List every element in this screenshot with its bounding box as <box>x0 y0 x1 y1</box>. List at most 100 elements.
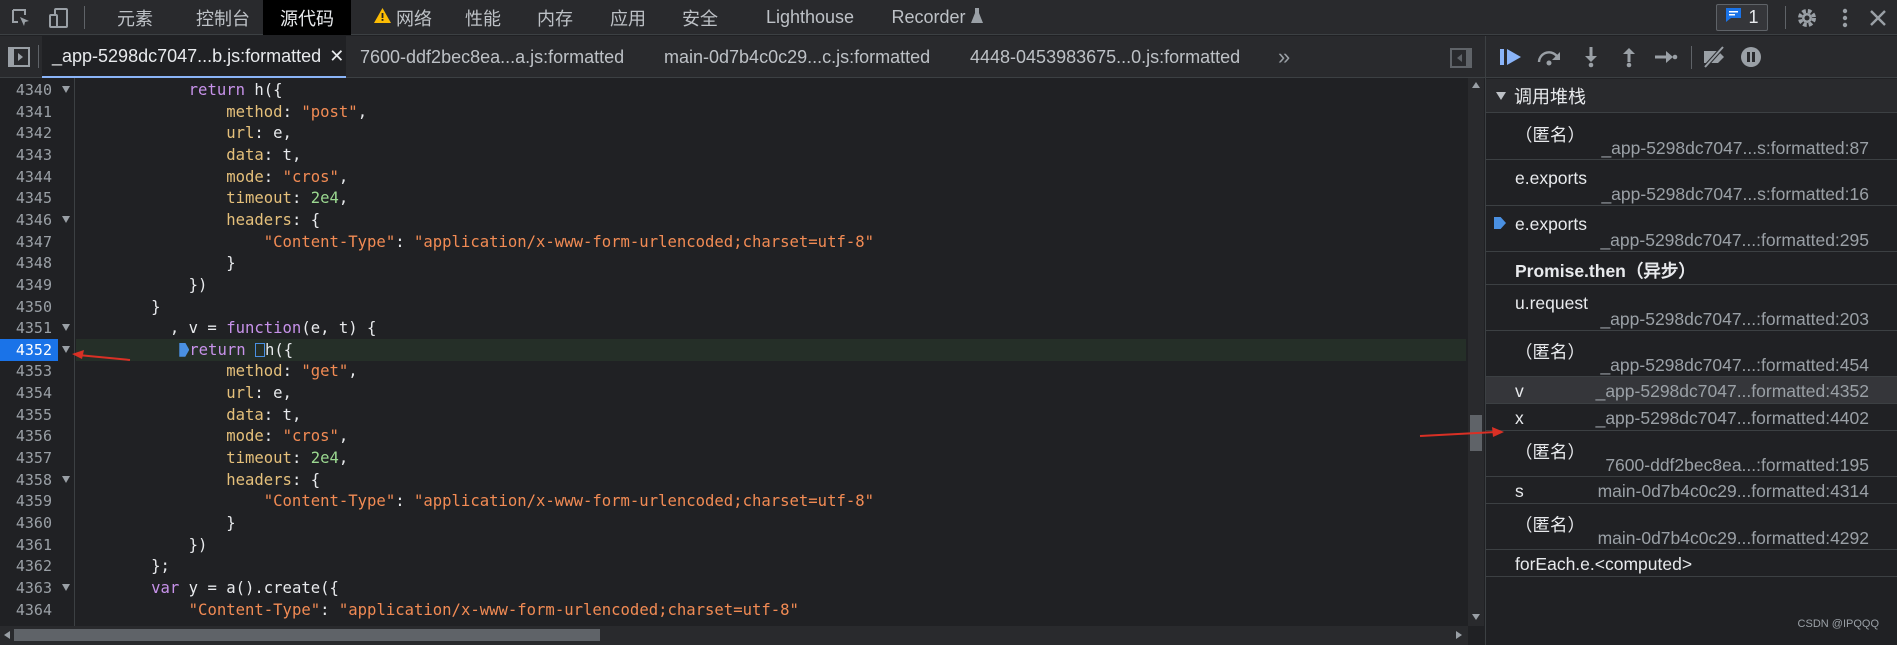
line-number[interactable]: 4351 <box>0 317 52 339</box>
call-frame[interactable]: （匿名） main-0d7b4c0c29...formatted:4292 <box>1486 504 1897 550</box>
device-toolbar-icon[interactable] <box>46 6 72 30</box>
tab-sources[interactable]: 源代码 <box>263 0 351 35</box>
line-number[interactable]: 4354 <box>0 382 52 404</box>
call-frame[interactable]: （匿名） _app-5298dc7047...:formatted:454 <box>1486 331 1897 377</box>
tab-performance[interactable]: 性能 <box>455 0 511 35</box>
line-number[interactable]: 4357 <box>0 447 52 469</box>
horizontal-scrollbar-thumb[interactable] <box>14 629 600 641</box>
line-gutter[interactable]: 4340 4341 4342 4343 4344 4345 4346 4347 4348 4349… <box>0 78 75 626</box>
tab-recorder[interactable]: Recorder <box>882 0 992 35</box>
pause-on-exceptions-icon[interactable] <box>1738 46 1764 68</box>
line-number[interactable]: 4356 <box>0 425 52 447</box>
line-number[interactable]: 4343 <box>0 144 52 166</box>
line-number[interactable]: 4363 <box>0 577 52 599</box>
frame-location[interactable]: _app-5298dc7047...s:formatted:16 <box>1601 184 1869 205</box>
scroll-right-arrow-icon[interactable] <box>1456 631 1462 639</box>
file-tab-app[interactable]: _app-5298dc7047...b.js:formatted ✕ <box>42 36 346 78</box>
breakpoint-line-number[interactable]: 4352 <box>0 338 58 361</box>
line-number[interactable]: 4362 <box>0 555 52 577</box>
resume-icon[interactable] <box>1498 46 1524 68</box>
frame-location[interactable]: _app-5298dc7047...formatted:4352 <box>1596 381 1869 402</box>
call-stack-header[interactable]: 调用堆栈 <box>1486 79 1897 113</box>
line-number[interactable]: 4345 <box>0 187 52 209</box>
call-frame[interactable]: e.exports _app-5298dc7047...:formatted:29… <box>1486 206 1897 252</box>
step-into-icon[interactable] <box>1578 46 1604 68</box>
call-frame[interactable]: （匿名） _app-5298dc7047...s:formatted:87 <box>1486 114 1897 160</box>
fold-arrow-icon[interactable] <box>62 345 70 353</box>
line-number[interactable]: 4348 <box>0 252 52 274</box>
line-number[interactable]: 4364 <box>0 599 52 621</box>
line-number[interactable]: 4358 <box>0 469 52 491</box>
fold-arrow-icon[interactable] <box>62 583 70 591</box>
code-line: method: "get", <box>226 362 358 381</box>
editor-horizontal-scrollbar[interactable] <box>0 626 1468 645</box>
fold-arrow-icon[interactable] <box>62 324 70 332</box>
call-frame[interactable]: s main-0d7b4c0c29...formatted:4314 <box>1486 477 1897 504</box>
frame-name: e.exports <box>1515 214 1587 234</box>
frame-location[interactable]: _app-5298dc7047...:formatted:454 <box>1600 355 1869 376</box>
call-frame[interactable]: x _app-5298dc7047...formatted:4402 <box>1486 404 1897 431</box>
devtools-toolbar: 元素 控制台 源代码 网络 性能 内存 应用 安全 Lighthouse Rec… <box>0 0 1897 35</box>
watermark: CSDN @IPQQQ <box>1797 618 1879 630</box>
tab-console[interactable]: 控制台 <box>178 0 268 35</box>
line-number[interactable]: 4355 <box>0 404 52 426</box>
line-number[interactable]: 4344 <box>0 166 52 188</box>
call-frame[interactable]: e.exports _app-5298dc7047...s:formatted:1… <box>1486 160 1897 206</box>
settings-gear-icon[interactable] <box>1793 4 1821 32</box>
step-over-icon[interactable] <box>1536 46 1562 68</box>
frame-location[interactable]: main-0d7b4c0c29...formatted:4292 <box>1598 528 1869 549</box>
call-frame[interactable]: v _app-5298dc7047...formatted:4352 <box>1486 377 1897 404</box>
frame-location[interactable]: 7600-ddf2bec8ea...:formatted:195 <box>1605 455 1869 476</box>
fold-arrow-icon[interactable] <box>62 86 70 93</box>
line-number[interactable]: 4347 <box>0 231 52 253</box>
code-editor[interactable]: 4340 4341 4342 4343 4344 4345 4346 4347 4348 4349… <box>0 78 1468 626</box>
line-number[interactable]: 4340 <box>0 79 52 101</box>
line-number[interactable]: 4349 <box>0 274 52 296</box>
line-number[interactable]: 4350 <box>0 296 52 318</box>
code-line: var y = a().create({ <box>151 578 339 597</box>
line-number[interactable]: 4341 <box>0 101 52 123</box>
line-number[interactable]: 4342 <box>0 122 52 144</box>
line-number[interactable]: 4361 <box>0 534 52 556</box>
more-tabs-chevron-icon[interactable]: » <box>1278 36 1290 78</box>
scroll-up-arrow-icon[interactable] <box>1472 82 1480 88</box>
frame-location[interactable]: _app-5298dc7047...:formatted:295 <box>1600 230 1869 251</box>
tab-elements[interactable]: 元素 <box>100 0 170 35</box>
toggle-navigator-icon[interactable] <box>6 44 32 70</box>
editor-vertical-scrollbar[interactable] <box>1468 78 1484 626</box>
issues-button[interactable]: 1 <box>1716 4 1768 31</box>
more-options-icon[interactable] <box>1835 4 1855 32</box>
frame-location[interactable]: _app-5298dc7047...:formatted:203 <box>1600 309 1869 330</box>
scroll-down-arrow-icon[interactable] <box>1472 614 1480 620</box>
tab-memory[interactable]: 内存 <box>527 0 583 35</box>
tab-security[interactable]: 安全 <box>672 0 728 35</box>
line-number[interactable]: 4353 <box>0 360 52 382</box>
step-icon[interactable] <box>1653 46 1679 68</box>
deactivate-breakpoints-icon[interactable] <box>1701 46 1727 68</box>
frame-location[interactable]: _app-5298dc7047...s:formatted:87 <box>1601 138 1869 159</box>
file-tab-4448[interactable]: 4448-0453983675...0.js:formatted <box>970 36 1240 78</box>
tab-network[interactable]: 网络 <box>362 0 444 35</box>
call-frame[interactable]: forEach.e.<computed> <box>1486 550 1897 577</box>
inline-step-marker-icon <box>255 342 266 357</box>
file-tab-main[interactable]: main-0d7b4c0c29...c.js:formatted <box>664 36 930 78</box>
line-number[interactable]: 4359 <box>0 490 52 512</box>
annotation-arrow-right <box>1419 427 1504 437</box>
scroll-left-arrow-icon[interactable] <box>4 631 10 639</box>
toggle-debugger-icon[interactable] <box>1448 46 1474 70</box>
fold-arrow-icon[interactable] <box>62 215 70 223</box>
call-frame[interactable]: u.request _app-5298dc7047...:formatted:20… <box>1486 285 1897 331</box>
frame-location[interactable]: main-0d7b4c0c29...formatted:4314 <box>1598 481 1869 502</box>
file-tab-7600[interactable]: 7600-ddf2bec8ea...a.js:formatted <box>360 36 624 78</box>
line-number[interactable]: 4360 <box>0 512 52 534</box>
tab-application[interactable]: 应用 <box>600 0 656 35</box>
call-frame[interactable]: （匿名） 7600-ddf2bec8ea...:formatted:195 <box>1486 431 1897 477</box>
close-icon[interactable] <box>1864 4 1892 32</box>
tab-lighthouse[interactable]: Lighthouse <box>755 0 865 35</box>
line-number[interactable]: 4346 <box>0 209 52 231</box>
fold-arrow-icon[interactable] <box>62 475 70 483</box>
inspect-element-icon[interactable] <box>8 6 34 30</box>
close-tab-icon[interactable]: ✕ <box>329 46 344 67</box>
frame-location[interactable]: _app-5298dc7047...formatted:4402 <box>1596 408 1869 429</box>
step-out-icon[interactable] <box>1616 46 1642 68</box>
